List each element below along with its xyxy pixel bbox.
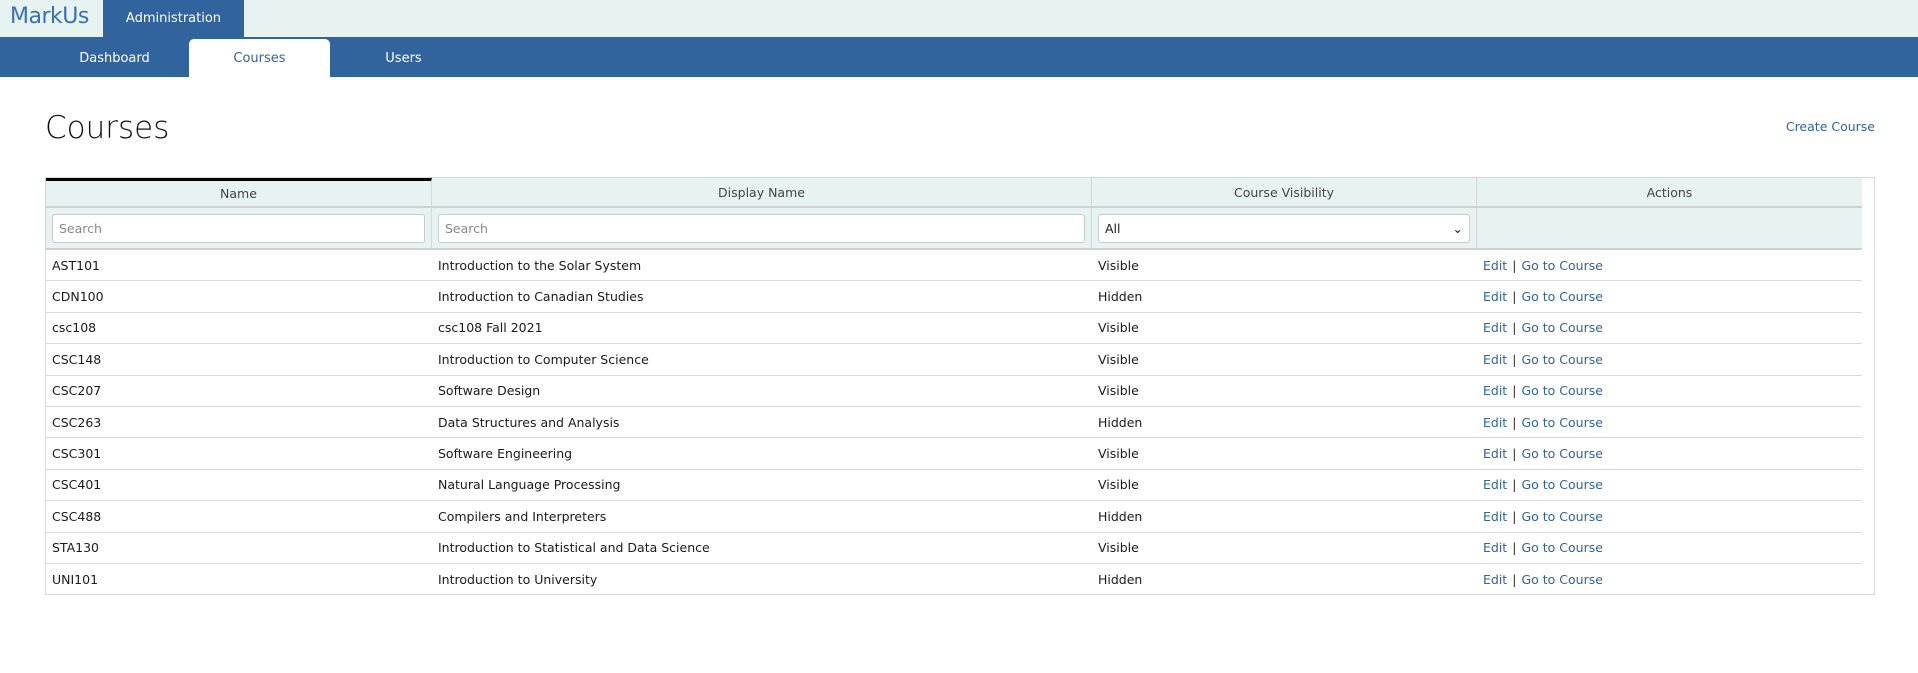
separator: |	[1512, 320, 1517, 336]
course-visibility: Hidden	[1098, 289, 1143, 305]
separator: |	[1512, 446, 1517, 462]
table-header: Name Display Name Course Visibility Acti…	[46, 178, 1862, 208]
table-row: CDN100 Introduction to Canadian Studies …	[46, 281, 1862, 313]
go-to-course-link[interactable]: Go to Course	[1521, 572, 1602, 587]
course-visibility: Visible	[1098, 477, 1139, 493]
visibility-select-value: All	[1105, 220, 1121, 236]
go-to-course-link[interactable]: Go to Course	[1521, 258, 1602, 273]
edit-link[interactable]: Edit	[1483, 540, 1507, 555]
table-row: CSC263 Data Structures and Analysis Hidd…	[46, 407, 1862, 439]
course-display-name: Software Design	[438, 383, 541, 399]
course-display-name: Introduction to Computer Science	[438, 351, 649, 367]
go-to-course-link[interactable]: Go to Course	[1521, 289, 1602, 304]
separator: |	[1512, 257, 1517, 273]
table-row: csc108 csc108 Fall 2021 Visible Edit | Go …	[46, 313, 1862, 345]
table-row: CSC207 Software Design Visible Edit | Go t…	[46, 376, 1862, 407]
course-display-name: Introduction to Canadian Studies	[438, 289, 644, 305]
table-row: CSC401 Natural Language Processing Visib…	[46, 470, 1862, 502]
course-display-name: Data Structures and Analysis	[438, 414, 620, 430]
course-display-name: Software Engineering	[438, 446, 573, 462]
separator: |	[1512, 508, 1517, 524]
chevron-down-icon: ⌄	[1452, 220, 1463, 236]
go-to-course-link[interactable]: Go to Course	[1521, 320, 1602, 335]
table-row: CSC148 Introduction to Computer Science …	[46, 344, 1862, 376]
markus-logo[interactable]: MarkUs	[10, 4, 89, 29]
table-row: CSC488 Compilers and Interpreters Hidden…	[46, 501, 1862, 533]
edit-link[interactable]: Edit	[1483, 446, 1507, 461]
page-title: Courses	[45, 110, 170, 146]
column-header-visibility[interactable]: Course Visibility	[1092, 178, 1477, 206]
course-name: CSC263	[52, 414, 102, 430]
go-to-course-link[interactable]: Go to Course	[1521, 352, 1602, 367]
course-visibility: Hidden	[1098, 414, 1143, 430]
visibility-select[interactable]: All ⌄	[1098, 213, 1470, 243]
display-name-search-input[interactable]	[438, 213, 1085, 243]
edit-link[interactable]: Edit	[1483, 352, 1507, 367]
administration-tab[interactable]: Administration	[103, 0, 244, 37]
edit-link[interactable]: Edit	[1483, 572, 1507, 587]
go-to-course-link[interactable]: Go to Course	[1521, 477, 1602, 492]
course-display-name: Introduction to University	[438, 571, 598, 587]
course-display-name: Compilers and Interpreters	[438, 508, 607, 524]
separator: |	[1512, 383, 1517, 399]
course-name: AST101	[52, 257, 100, 273]
separator: |	[1512, 571, 1517, 587]
course-display-name: csc108 Fall 2021	[438, 320, 543, 336]
course-visibility: Visible	[1098, 383, 1139, 399]
table-row: AST101 Introduction to the Solar System …	[46, 250, 1862, 282]
course-name: CSC148	[52, 351, 102, 367]
go-to-course-link[interactable]: Go to Course	[1521, 446, 1602, 461]
course-visibility: Visible	[1098, 320, 1139, 336]
course-visibility: Visible	[1098, 257, 1139, 273]
separator: |	[1512, 351, 1517, 367]
go-to-course-link[interactable]: Go to Course	[1521, 383, 1602, 398]
course-visibility: Visible	[1098, 351, 1139, 367]
course-name: CSC207	[52, 383, 102, 399]
table-row: STA130 Introduction to Statistical and D…	[46, 533, 1862, 564]
edit-link[interactable]: Edit	[1483, 383, 1507, 398]
course-visibility: Visible	[1098, 540, 1139, 556]
course-visibility: Hidden	[1098, 508, 1143, 524]
separator: |	[1512, 414, 1517, 430]
column-header-display-name[interactable]: Display Name	[432, 178, 1092, 206]
edit-link[interactable]: Edit	[1483, 415, 1507, 430]
filter-row: All ⌄	[46, 208, 1862, 250]
course-name: STA130	[52, 540, 100, 556]
course-name: CSC488	[52, 508, 102, 524]
tab-users[interactable]: Users	[333, 39, 474, 77]
edit-link[interactable]: Edit	[1483, 258, 1507, 273]
course-name: CSC301	[52, 446, 102, 462]
top-bar: MarkUs Administration	[0, 0, 1918, 37]
separator: |	[1512, 289, 1517, 305]
course-name: UNI101	[52, 571, 99, 587]
edit-link[interactable]: Edit	[1483, 289, 1507, 304]
course-name: CDN100	[52, 289, 104, 305]
tab-dashboard[interactable]: Dashboard	[44, 39, 185, 77]
main-nav: Dashboard Courses Users	[0, 37, 1918, 77]
separator: |	[1512, 477, 1517, 493]
course-visibility: Visible	[1098, 446, 1139, 462]
course-visibility: Hidden	[1098, 571, 1143, 587]
separator: |	[1512, 540, 1517, 556]
tab-courses[interactable]: Courses	[189, 39, 330, 77]
course-display-name: Natural Language Processing	[438, 477, 621, 493]
table-row: CSC301 Software Engineering Visible Edit…	[46, 438, 1862, 470]
go-to-course-link[interactable]: Go to Course	[1521, 415, 1602, 430]
course-display-name: Introduction to the Solar System	[438, 257, 642, 273]
course-display-name: Introduction to Statistical and Data Sci…	[438, 540, 710, 556]
courses-table: Name Display Name Course Visibility Acti…	[45, 177, 1875, 596]
go-to-course-link[interactable]: Go to Course	[1521, 540, 1602, 555]
create-course-link[interactable]: Create Course	[1786, 119, 1875, 134]
column-header-name[interactable]: Name	[46, 178, 432, 206]
name-search-input[interactable]	[52, 213, 425, 243]
column-header-actions: Actions	[1646, 184, 1693, 200]
edit-link[interactable]: Edit	[1483, 320, 1507, 335]
edit-link[interactable]: Edit	[1483, 509, 1507, 524]
course-name: CSC401	[52, 477, 102, 493]
course-name: csc108	[52, 320, 97, 336]
table-row: UNI101 Introduction to University Hidden…	[46, 564, 1862, 596]
edit-link[interactable]: Edit	[1483, 477, 1507, 492]
go-to-course-link[interactable]: Go to Course	[1521, 509, 1602, 524]
